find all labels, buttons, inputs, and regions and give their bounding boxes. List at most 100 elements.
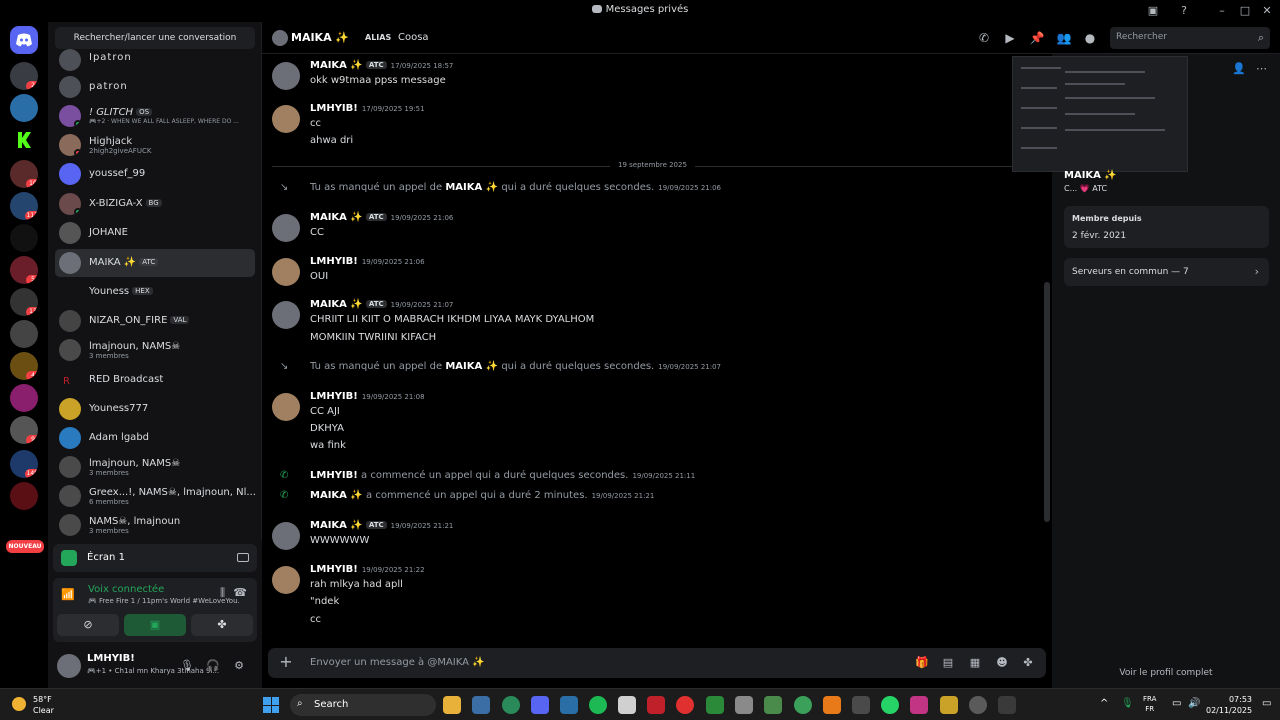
signal-icon[interactable]: 📶 (61, 588, 75, 602)
server-icon[interactable]: 10 (10, 160, 38, 188)
message-author[interactable]: LMHYIB! 19/09/2025 21:08 (310, 391, 425, 402)
taskbar-app-icon[interactable] (794, 696, 812, 714)
dm-item[interactable]: lmajnoun, NAMS☠ 3 membres (55, 336, 255, 364)
taskbar-app-icon[interactable] (764, 696, 782, 714)
taskbar-app-icon[interactable] (706, 696, 724, 714)
server-icon[interactable]: 117 (10, 192, 38, 220)
avatar[interactable] (272, 566, 300, 594)
dm-item[interactable]: ! GLITCH OS 🎮+2 · WHEN WE ALL FALL ASLEEP,… (55, 102, 255, 130)
taskbar-app-icon[interactable] (647, 696, 665, 714)
taskbar-app-icon[interactable] (852, 696, 870, 714)
taskbar-app-icon[interactable] (998, 696, 1016, 714)
avatar[interactable] (272, 62, 300, 90)
server-icon[interactable]: 2 (10, 62, 38, 90)
notification-icon[interactable]: ▭ (1262, 698, 1271, 709)
monitor-icon[interactable] (237, 553, 249, 562)
network-icon[interactable]: ▭ (1172, 698, 1181, 709)
call-icon[interactable]: ✆ (976, 30, 992, 46)
close-button[interactable]: ✕ (1259, 3, 1275, 19)
voice-channel[interactable]: 🎮 Free Fire 1 / 11pm's World #WeLoveYou. (88, 597, 240, 605)
message-author[interactable]: MAIKA ✨ ATC 19/09/2025 21:21 (310, 520, 453, 531)
inbox-icon[interactable]: ▣ (1145, 3, 1161, 19)
taskbar-search[interactable]: ⌕ Search (290, 694, 436, 716)
server-icon[interactable] (10, 320, 38, 348)
dm-item[interactable]: Ipatron (55, 46, 255, 74)
screen-share-card[interactable]: Écran 1 (53, 544, 257, 572)
settings-gear-icon[interactable]: ⚙ (231, 658, 247, 674)
taskbar-app-icon[interactable] (618, 696, 636, 714)
camera-off-button[interactable]: ⊘ (57, 614, 119, 636)
taskbar-app-icon[interactable] (472, 696, 490, 714)
server-icon[interactable]: 5 (10, 256, 38, 284)
dm-item-active[interactable]: MAIKA ✨ ATC (55, 249, 255, 277)
screen-share-button[interactable]: ▣ (124, 614, 186, 636)
avatar[interactable] (272, 522, 300, 550)
youtube-icon[interactable] (676, 696, 694, 714)
spotify-icon[interactable] (589, 696, 607, 714)
emoji-icon[interactable]: ☻ (994, 655, 1010, 671)
mutual-servers-card[interactable]: Serveurs en commun — 7 › (1064, 258, 1269, 286)
message-author[interactable]: MAIKA ✨ ATC 17/09/2025 18:57 (310, 60, 453, 71)
apps-icon[interactable]: ✤ (1020, 655, 1036, 671)
notice-user[interactable]: MAIKA ✨ (310, 490, 363, 501)
whatsapp-icon[interactable] (881, 696, 899, 714)
taskbar-app-icon[interactable] (940, 696, 958, 714)
video-icon[interactable]: ▶ (1002, 30, 1018, 46)
activities-button[interactable]: ✤ (191, 614, 253, 636)
message-composer[interactable]: + Envoyer un message à @MAIKA ✨ 🎁 ▤ ▦ ☻ … (268, 648, 1046, 678)
mic-icon[interactable]: 🎙 (179, 658, 195, 674)
chat-name[interactable]: MAIKA ✨ (291, 31, 349, 44)
language-indicator[interactable]: FRA FR (1143, 694, 1156, 714)
dm-item[interactable]: youssef_99 (55, 160, 255, 188)
alias-value[interactable]: Coosa (398, 32, 429, 43)
volume-icon[interactable]: 🔊 (1188, 698, 1200, 709)
avatar[interactable] (272, 214, 300, 242)
gif-icon[interactable]: ▤ (940, 655, 956, 671)
taskbar-app-icon[interactable] (823, 696, 841, 714)
message-author[interactable]: LMHYIB! 17/09/2025 19:51 (310, 103, 425, 114)
chrome-icon[interactable] (502, 696, 520, 714)
help-icon[interactable]: ? (1176, 3, 1192, 19)
minimize-button[interactable]: – (1214, 3, 1230, 19)
message-scrollbar[interactable] (1044, 282, 1050, 522)
pin-icon[interactable]: 📌 (1029, 30, 1045, 46)
notice-user[interactable]: MAIKA ✨ (445, 361, 498, 372)
server-icon[interactable]: 9 (10, 416, 38, 444)
chat-search-input[interactable]: Rechercher ⌕ (1110, 27, 1270, 49)
server-icon[interactable] (10, 94, 38, 122)
gift-icon[interactable]: 🎁 (914, 655, 930, 671)
avatar[interactable] (272, 393, 300, 421)
add-friend-icon[interactable]: 👥 (1056, 30, 1072, 46)
maximize-button[interactable]: □ (1237, 3, 1253, 19)
dm-item[interactable]: Adam lgabd (55, 424, 255, 452)
add-friend-icon[interactable]: 👤 (1232, 62, 1246, 75)
tray-chevron-icon[interactable]: ^ (1100, 698, 1108, 709)
instagram-icon[interactable] (910, 696, 928, 714)
message-author[interactable]: LMHYIB! 19/09/2025 21:06 (310, 256, 425, 267)
attach-plus-icon[interactable]: + (278, 654, 294, 670)
home-button[interactable] (10, 26, 38, 54)
server-icon[interactable] (10, 224, 38, 252)
server-icon[interactable] (10, 482, 38, 510)
disconnect-icon[interactable]: ☎ (233, 586, 247, 599)
dm-item[interactable]: lmajnoun, NAMS☠ 3 membres (55, 453, 255, 481)
avatar[interactable] (272, 105, 300, 133)
message-author[interactable]: MAIKA ✨ ATC 19/09/2025 21:07 (310, 299, 453, 310)
view-full-profile-link[interactable]: Voir le profil complet (1052, 668, 1280, 678)
avatar[interactable] (272, 258, 300, 286)
server-icon[interactable] (10, 384, 38, 412)
dm-item[interactable]: Youness HEX (55, 278, 255, 306)
tray-mic-icon[interactable]: 🎙 (1121, 698, 1134, 709)
dm-item[interactable]: X-BIZIGA-X BG (55, 190, 255, 218)
taskbar-app-icon[interactable] (560, 696, 578, 714)
more-options-icon[interactable]: ⋯ (1256, 62, 1267, 75)
taskbar-app-icon[interactable] (735, 696, 753, 714)
kick-server-icon[interactable] (10, 126, 38, 154)
server-icon[interactable]: 148 (10, 450, 38, 478)
sticker-icon[interactable]: ▦ (967, 655, 983, 671)
dm-item[interactable]: Highjack 2high2giveAFUCK (55, 131, 255, 159)
screen-share-preview[interactable] (1012, 56, 1188, 172)
message-author[interactable]: MAIKA ✨ ATC 19/09/2025 21:06 (310, 212, 453, 223)
user-profile-icon[interactable]: ● (1082, 30, 1098, 46)
dm-item[interactable]: NIZAR_ON_FIRE VAL (55, 307, 255, 335)
